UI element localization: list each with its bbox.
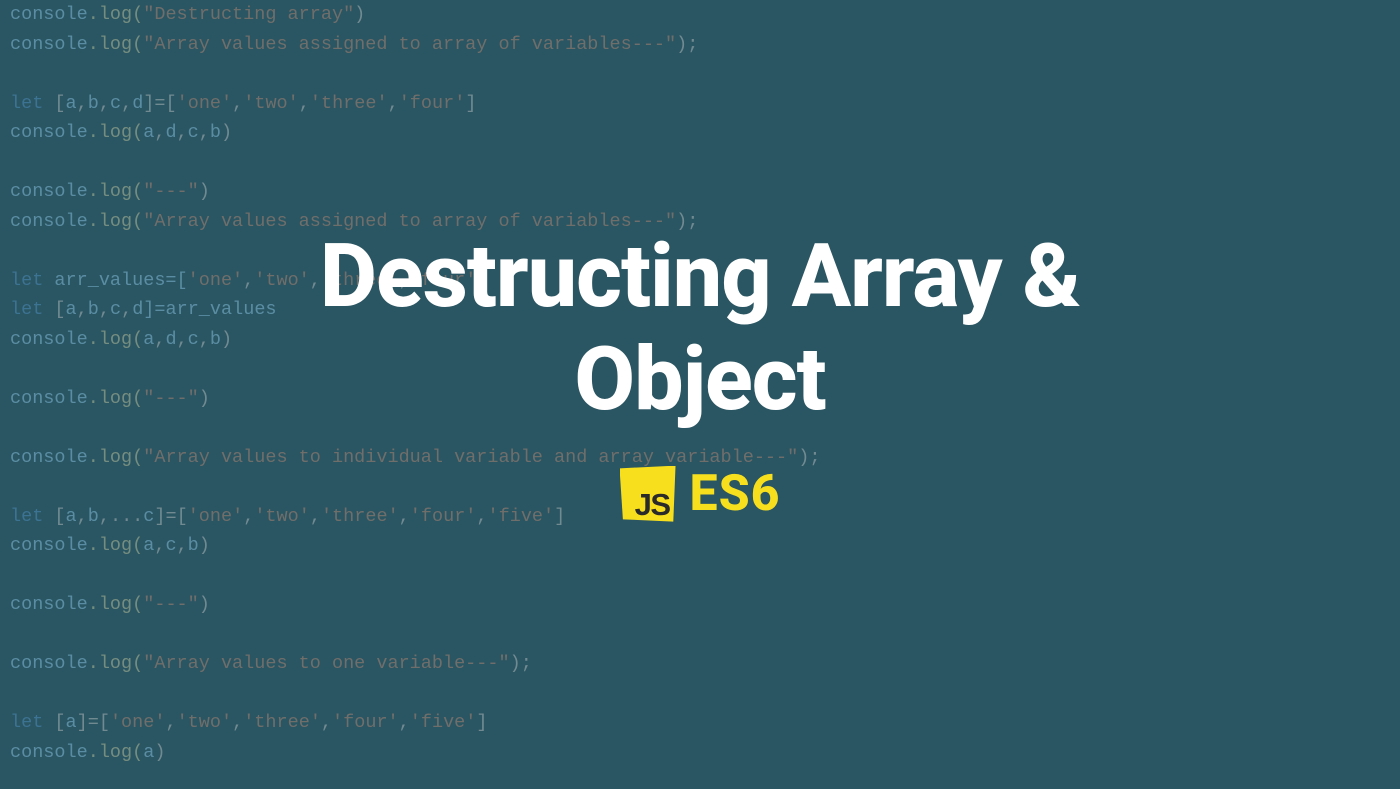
- main-title: Destructing Array &Object: [320, 226, 1080, 430]
- es6-label: ES6: [690, 465, 781, 523]
- js-logo-icon: JS: [620, 466, 676, 522]
- overlay-content: Destructing Array &Object JS ES6: [0, 0, 1400, 789]
- subtitle-row: JS ES6: [620, 465, 781, 523]
